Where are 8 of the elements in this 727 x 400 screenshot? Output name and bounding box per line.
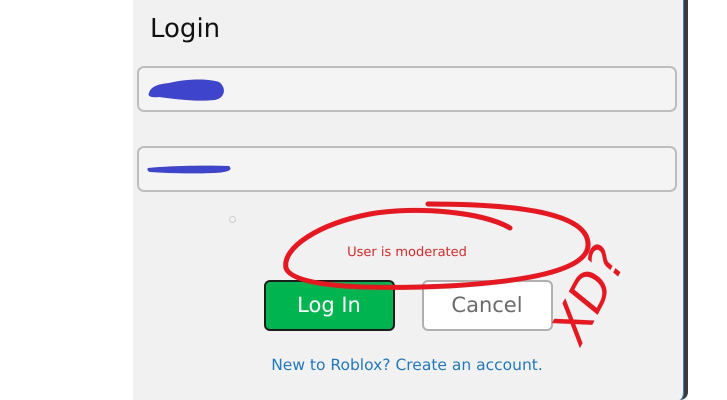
create-account-link[interactable]: New to Roblox? Create an account. xyxy=(271,356,543,374)
login-button[interactable]: Log In xyxy=(264,280,394,331)
input-field[interactable] xyxy=(137,66,677,112)
dialog-title: Login xyxy=(150,13,222,46)
error-message: User is moderated xyxy=(347,245,467,260)
input-field[interactable] xyxy=(137,146,677,192)
dot-icon xyxy=(229,216,236,223)
cancel-button[interactable]: Cancel xyxy=(422,280,552,331)
